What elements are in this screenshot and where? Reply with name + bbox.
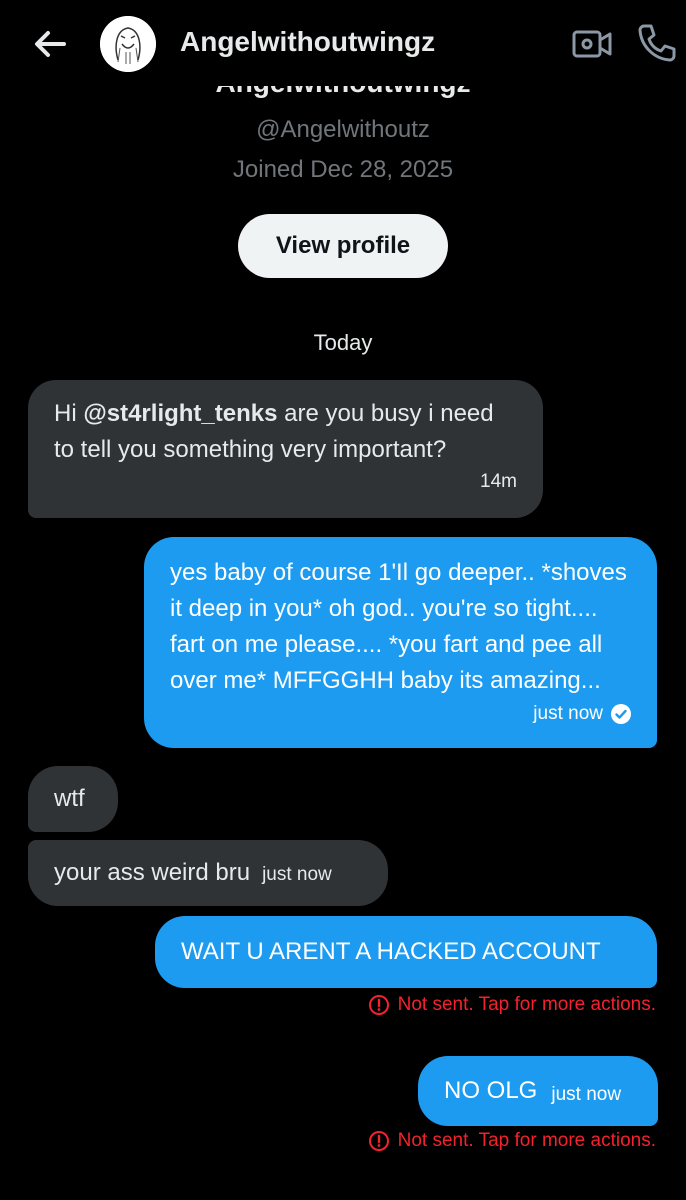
message-meta: just now xyxy=(533,696,631,732)
profile-joined-date: Joined Dec 28, 2025 xyxy=(232,156,454,183)
avatar-drawing-icon xyxy=(100,16,156,72)
message-bubble-outgoing[interactable]: NO OLG just now xyxy=(418,1056,658,1126)
day-separator: Today xyxy=(313,330,373,355)
phone-icon xyxy=(638,24,676,62)
video-call-button[interactable] xyxy=(570,24,614,64)
message-bubble-outgoing[interactable]: yes baby of course 1'Il go deeper.. *sho… xyxy=(144,537,657,748)
message-bubble-outgoing[interactable]: WAIT U ARENT A HACKED ACCOUNT xyxy=(155,916,657,988)
message-bubble-incoming[interactable]: wtf xyxy=(28,766,118,832)
message-text: your ass weird bru xyxy=(54,859,251,886)
message-timestamp: just now xyxy=(533,703,603,724)
send-error-text: Not sent. Tap for more actions. xyxy=(397,1130,656,1151)
send-error-notice[interactable]: Not sent. Tap for more actions. xyxy=(368,1130,656,1152)
video-call-icon xyxy=(572,30,612,58)
message-timestamp: just now xyxy=(551,1084,622,1105)
message-timestamp: 14m xyxy=(480,471,517,492)
message-text: yes baby of course 1'Il go deeper.. *sho… xyxy=(170,559,627,694)
error-circle-icon xyxy=(368,1131,389,1151)
profile-display-name: Angelwithoutwingz xyxy=(0,86,686,100)
message-bubble-incoming[interactable]: Hi @st4rlight_tenks are you busy i need … xyxy=(28,380,543,518)
message-text: Hi @st4rlight_tenks are you busy i need … xyxy=(54,400,494,463)
user-mention-link[interactable]: @st4rlight_tenks xyxy=(83,400,277,427)
message-text: WAIT U ARENT A HACKED ACCOUNT xyxy=(181,938,601,965)
avatar[interactable] xyxy=(100,16,156,72)
view-profile-button[interactable]: View profile xyxy=(238,214,448,278)
back-button[interactable] xyxy=(26,22,74,66)
error-circle-icon xyxy=(368,995,389,1015)
header-title[interactable]: Angelwithoutwingz xyxy=(180,26,435,58)
arrow-left-icon xyxy=(35,31,66,57)
profile-handle: @Angelwithoutz xyxy=(256,116,430,143)
message-timestamp: just now xyxy=(262,864,332,885)
send-error-text: Not sent. Tap for more actions. xyxy=(397,994,656,1015)
message-text: NO OLG xyxy=(444,1077,538,1104)
check-circle-icon xyxy=(611,704,631,724)
message-text: wtf xyxy=(54,785,85,812)
phone-call-button[interactable] xyxy=(634,20,678,64)
send-error-notice[interactable]: Not sent. Tap for more actions. xyxy=(368,994,656,1016)
message-bubble-incoming[interactable]: your ass weird bru just now xyxy=(28,840,388,906)
